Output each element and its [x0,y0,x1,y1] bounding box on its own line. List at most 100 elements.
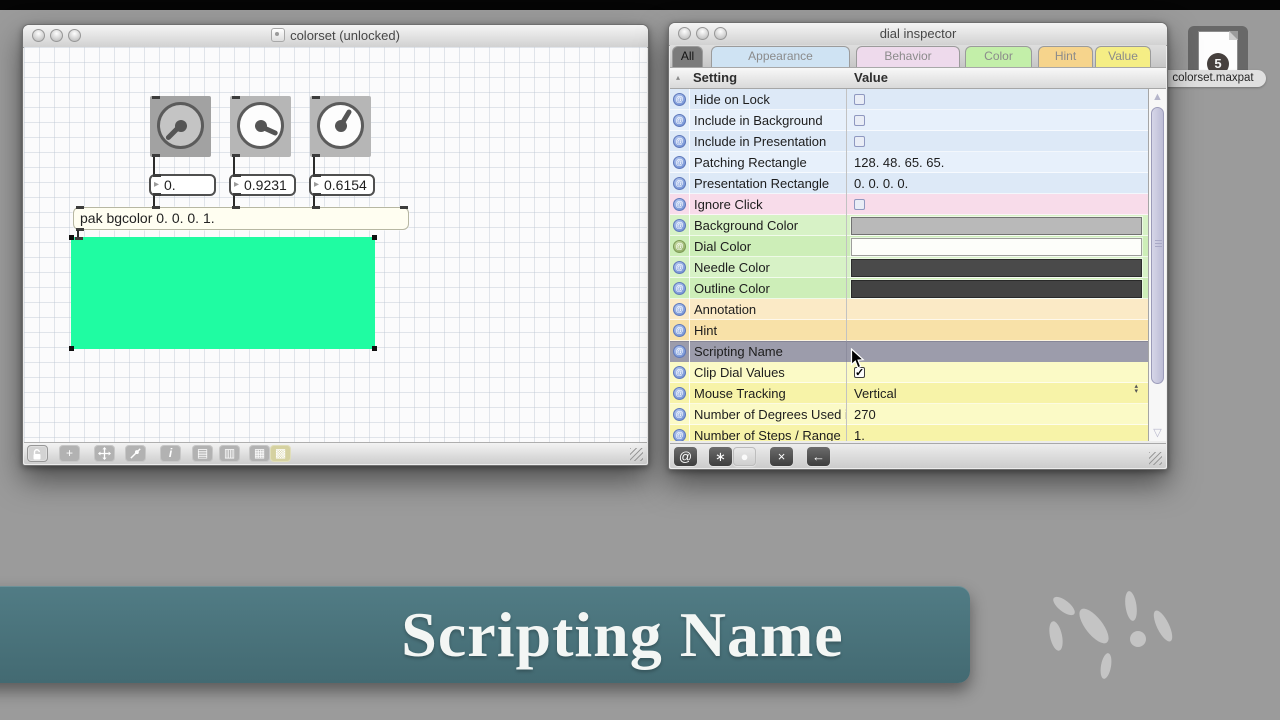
inspector-row-ignore-click[interactable]: @Ignore Click [670,194,1148,215]
inspector-table-header[interactable]: ▴ Setting Value [670,68,1166,89]
maxpat-file-icon[interactable]: 5 [1198,31,1238,71]
badge-cell: @ [670,383,690,404]
restore-default-button[interactable]: ● [733,447,756,466]
value-cell[interactable] [847,131,1148,152]
tab-value[interactable]: Value [1095,46,1151,67]
number-box-2[interactable]: ▸0.9231 [229,174,296,196]
attribute-at-icon: @ [673,366,686,379]
resize-grip[interactable] [630,448,643,461]
dial-object-3[interactable] [310,96,371,157]
color-swatch[interactable] [851,217,1142,235]
color-swatch[interactable] [851,259,1142,277]
inspector-row-clip-dial-values[interactable]: @ Clip Dial Values✓ [670,362,1148,383]
setting-label: Needle Color [690,257,847,278]
inspector-row-number-of-steps-range[interactable]: @Number of Steps / Range1. [670,425,1148,441]
inspector-row-mouse-tracking[interactable]: @Mouse TrackingVertical▴▾ [670,383,1148,404]
inspector-row-include-in-background[interactable]: @Include in Background [670,110,1148,131]
inspector-titlebar[interactable]: dial inspector [669,23,1167,46]
scrollbar[interactable]: ▲ ▽ [1148,89,1166,441]
freeze-attribute-button[interactable]: ∗ [709,447,732,466]
inspector-row-background-color[interactable]: @Background Color [670,215,1148,236]
scroll-up-icon[interactable]: ▲ [1150,91,1165,103]
resize-grip[interactable] [1149,452,1162,465]
value-column-header[interactable]: Value [854,68,888,88]
inspector-row-patching-rectangle[interactable]: @Patching Rectangle128. 48. 65. 65. [670,152,1148,173]
inspector-row-hide-on-lock[interactable]: @Hide on Lock [670,89,1148,110]
snap-to-grid-icon[interactable]: ▩ [270,445,291,462]
value-cell[interactable] [847,236,1148,257]
delete-attribute-button[interactable]: × [770,447,793,466]
setting-column-header[interactable]: Setting [693,68,737,88]
revert-button[interactable]: ← [807,447,830,466]
patcher-window: colorset (unlocked) [22,24,649,466]
value-cell[interactable]: 1. [847,425,1148,441]
panel-object[interactable] [71,237,375,349]
inspector-row-scripting-name[interactable]: @Scripting Name [670,341,1148,362]
patcher-canvas[interactable]: ▸0. ▸0.9231 ▸0.6154 pak bgcolor 0. 0. 0.… [24,47,647,442]
value-cell[interactable] [847,278,1148,299]
badge-cell: @ [670,173,690,194]
number-box-1[interactable]: ▸0. [149,174,216,196]
value-cell[interactable] [847,341,1148,362]
checkbox-unchecked[interactable] [854,115,865,126]
value-cell[interactable]: 270 [847,404,1148,425]
inspector-row-dial-color[interactable]: @Dial Color [670,236,1148,257]
attribute-at-icon: @ [673,219,686,232]
tab-all[interactable]: All [672,46,703,67]
checkbox-unchecked[interactable] [854,136,865,147]
value-cell[interactable] [847,215,1148,236]
value-cell[interactable]: ✓ [847,362,1148,383]
move-icon[interactable] [94,445,115,462]
tab-hint[interactable]: Hint [1038,46,1093,67]
inspector-row-hint[interactable]: @Hint [670,320,1148,341]
dial-object-1[interactable] [150,96,211,157]
attribute-button[interactable]: @ [674,447,697,466]
inspector-row-outline-color[interactable]: @Outline Color [670,278,1148,299]
sort-triangle-icon[interactable]: ▴ [676,68,680,88]
color-swatch[interactable] [851,280,1142,298]
value-cell[interactable] [847,299,1148,320]
scroll-down-icon[interactable]: ▽ [1150,427,1165,439]
duplicate-icon[interactable]: ▥ [219,445,240,462]
tab-appearance[interactable]: Appearance [711,46,850,67]
selection-handle[interactable] [69,346,74,351]
inspector-row-presentation-rectangle[interactable]: @Presentation Rectangle0. 0. 0. 0. [670,173,1148,194]
mixer-icon[interactable] [125,445,146,462]
value-cell[interactable] [847,320,1148,341]
grid-icon[interactable]: ▦ [249,445,270,462]
value-cell[interactable] [847,194,1148,215]
dial-object-2[interactable] [230,96,291,157]
attribute-at-icon: @ [673,156,686,169]
numbox-triangle-icon: ▸ [234,176,239,194]
inspector-row-needle-color[interactable]: @Needle Color [670,257,1148,278]
number-box-3[interactable]: ▸0.6154 [309,174,375,196]
scrollbar-thumb[interactable] [1151,107,1164,384]
setting-label: Clip Dial Values [690,362,847,383]
inspector-row-include-in-presentation[interactable]: @Include in Presentation [670,131,1148,152]
selection-handle[interactable] [69,235,74,240]
value-cell[interactable]: 0. 0. 0. 0. [847,173,1148,194]
inspector-row-number-of-degrees-used-i[interactable]: @Number of Degrees Used i...270 [670,404,1148,425]
file-icon-label[interactable]: colorset.maxpat [1160,70,1266,87]
selection-handle[interactable] [372,235,377,240]
tab-behavior[interactable]: Behavior [856,46,960,67]
lock-open-icon[interactable] [27,445,48,462]
inlet-stub [313,174,321,177]
value-cell[interactable] [847,110,1148,131]
add-object-icon[interactable]: + [59,445,80,462]
stepper-icon[interactable]: ▴▾ [1134,384,1138,394]
inspector-row-annotation[interactable]: @Annotation [670,299,1148,320]
color-swatch[interactable] [851,238,1142,256]
value-cell[interactable] [847,89,1148,110]
info-icon[interactable]: i [160,445,181,462]
tab-color[interactable]: Color [965,46,1032,67]
value-cell[interactable]: Vertical▴▾ [847,383,1148,404]
value-cell[interactable] [847,257,1148,278]
pak-object[interactable]: pak bgcolor 0. 0. 0. 1. [73,207,409,230]
selection-handle[interactable] [372,346,377,351]
checkbox-unchecked[interactable] [854,199,865,210]
new-view-icon[interactable]: ▤ [192,445,213,462]
value-cell[interactable]: 128. 48. 65. 65. [847,152,1148,173]
checkbox-unchecked[interactable] [854,94,865,105]
patcher-titlebar[interactable]: colorset (unlocked) [23,25,648,48]
